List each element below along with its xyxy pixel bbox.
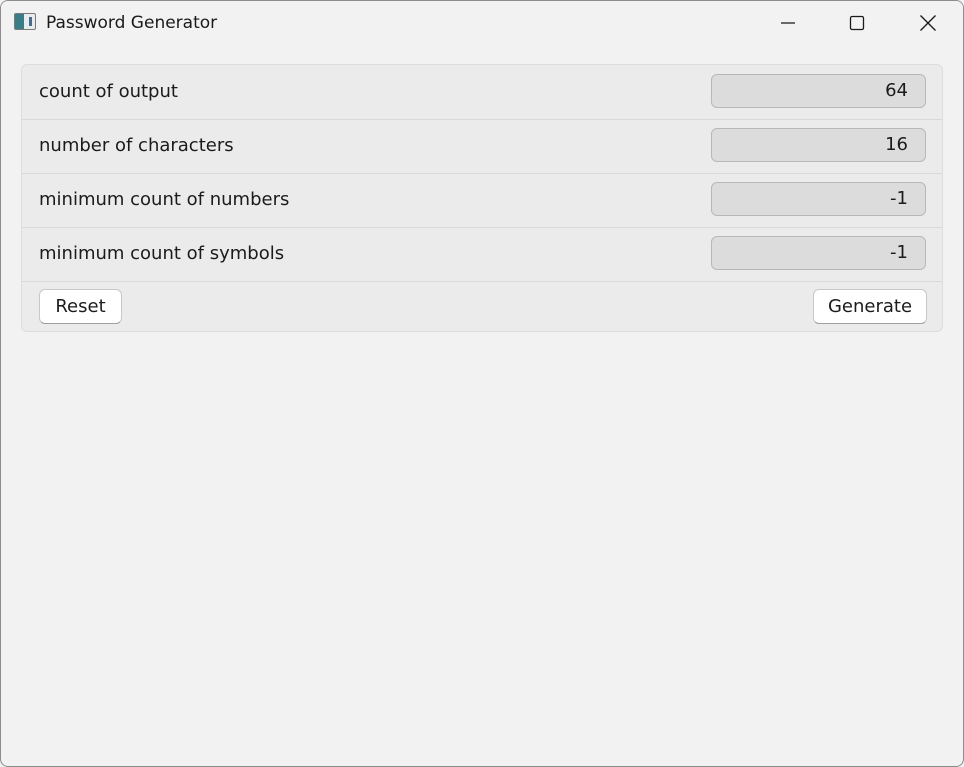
- min-numbers-label: minimum count of numbers: [39, 189, 290, 210]
- app-window: Password Generator count of output 64 nu…: [0, 0, 964, 767]
- generate-button[interactable]: Generate: [813, 289, 927, 324]
- count-of-output-input[interactable]: 64: [711, 74, 926, 108]
- number-of-characters-input[interactable]: 16: [711, 128, 926, 162]
- count-of-output-label: count of output: [39, 81, 178, 102]
- min-numbers-input[interactable]: -1: [711, 182, 926, 216]
- close-button[interactable]: [893, 1, 963, 45]
- maximize-button[interactable]: [822, 1, 892, 45]
- app-icon: [14, 13, 36, 30]
- number-of-characters-label: number of characters: [39, 135, 234, 156]
- reset-button[interactable]: Reset: [39, 289, 122, 324]
- settings-panel: count of output 64 number of characters …: [21, 64, 943, 332]
- setting-row-number-of-characters: number of characters 16: [22, 119, 942, 174]
- minimize-icon: [781, 22, 795, 24]
- setting-row-min-symbols: minimum count of symbols -1: [22, 227, 942, 282]
- setting-row-count-of-output: count of output 64: [22, 65, 942, 120]
- maximize-icon: [849, 15, 865, 31]
- minimize-button[interactable]: [753, 1, 823, 45]
- close-icon: [920, 15, 936, 31]
- title-bar[interactable]: Password Generator: [1, 1, 963, 45]
- window-title: Password Generator: [46, 13, 218, 33]
- setting-row-min-numbers: minimum count of numbers -1: [22, 173, 942, 228]
- min-symbols-input[interactable]: -1: [711, 236, 926, 270]
- min-symbols-label: minimum count of symbols: [39, 243, 285, 264]
